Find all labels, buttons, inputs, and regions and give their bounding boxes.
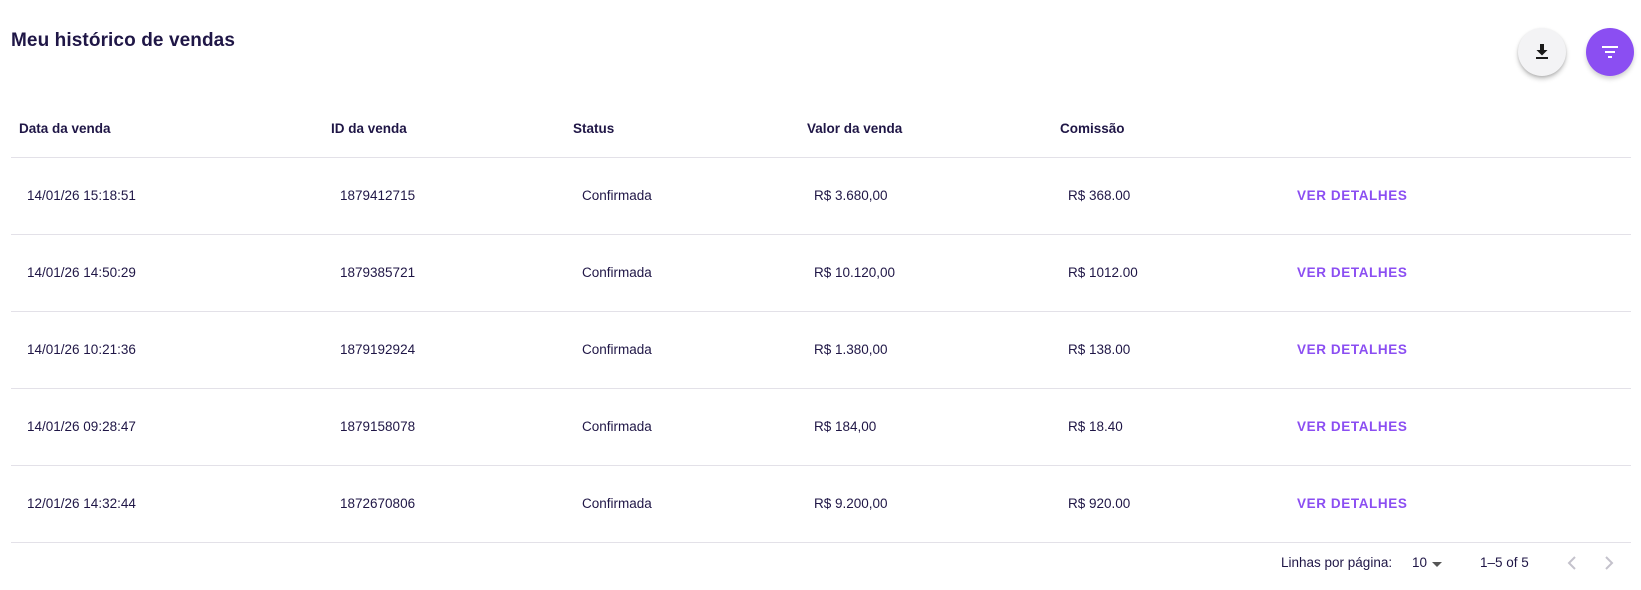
download-icon	[1535, 44, 1549, 60]
view-details-button[interactable]: VER DETALHES	[1297, 342, 1407, 357]
table-row: 14/01/26 14:50:29 1879385721 Confirmada …	[11, 235, 1631, 312]
header-sale-value[interactable]: Valor da venda	[807, 121, 902, 136]
page-title: Meu histórico de vendas	[11, 30, 236, 51]
chevron-right-icon	[1604, 555, 1614, 575]
table-row: 14/01/26 09:28:47 1879158078 Confirmada …	[11, 389, 1631, 466]
status-cell: Confirmada	[582, 496, 652, 511]
table-row: 14/01/26 15:18:51 1879412715 Confirmada …	[11, 158, 1631, 235]
filter-icon	[1602, 46, 1618, 58]
commission-cell: R$ 368.00	[1068, 188, 1131, 203]
status-cell: Confirmada	[582, 188, 652, 203]
sale-value-cell: R$ 9.200,00	[814, 496, 888, 511]
commission-cell: R$ 920.00	[1068, 496, 1131, 511]
status-cell: Confirmada	[582, 265, 652, 280]
sale-date-cell: 14/01/26 09:28:47	[27, 419, 136, 434]
header-status[interactable]: Status	[573, 121, 614, 136]
sale-date-cell: 12/01/26 14:32:44	[27, 496, 136, 511]
view-details-button[interactable]: VER DETALHES	[1297, 419, 1407, 434]
download-button[interactable]	[1518, 28, 1566, 76]
sales-table: Data da venda ID da venda Status Valor d…	[11, 97, 1631, 543]
status-cell: Confirmada	[582, 342, 652, 357]
chevron-left-icon	[1567, 555, 1577, 575]
sale-id-cell: 1879412715	[340, 188, 416, 203]
status-cell: Confirmada	[582, 419, 652, 434]
sale-date-cell: 14/01/26 15:18:51	[27, 188, 136, 203]
sale-value-cell: R$ 3.680,00	[814, 188, 888, 203]
pagination-range: 1–5 of 5	[1480, 555, 1529, 570]
commission-cell: R$ 1012.00	[1068, 265, 1138, 280]
header-sale-id[interactable]: ID da venda	[331, 121, 407, 136]
sale-id-cell: 1872670806	[340, 496, 416, 511]
previous-page-button[interactable]	[1560, 553, 1584, 577]
sales-history-page: Meu histórico de vendas Data da venda ID…	[0, 0, 1641, 590]
rows-per-page-select[interactable]: 10	[1412, 555, 1427, 570]
view-details-button[interactable]: VER DETALHES	[1297, 265, 1407, 280]
sale-value-cell: R$ 184,00	[814, 419, 877, 434]
sale-date-cell: 14/01/26 14:50:29	[27, 265, 136, 280]
filter-button[interactable]	[1586, 28, 1634, 76]
table-row: 12/01/26 14:32:44 1872670806 Confirmada …	[11, 466, 1631, 543]
sale-value-cell: R$ 10.120,00	[814, 265, 896, 280]
table-row: 14/01/26 10:21:36 1879192924 Confirmada …	[11, 312, 1631, 389]
rows-per-page-label: Linhas por página:	[1281, 555, 1393, 570]
sale-date-cell: 14/01/26 10:21:36	[27, 342, 136, 357]
table-pagination: Linhas por página: 10 1–5 of 5	[0, 553, 1641, 577]
commission-cell: R$ 138.00	[1068, 342, 1131, 357]
next-page-button[interactable]	[1597, 553, 1621, 577]
view-details-button[interactable]: VER DETALHES	[1297, 496, 1407, 511]
sale-value-cell: R$ 1.380,00	[814, 342, 888, 357]
caret-down-icon[interactable]	[1432, 562, 1442, 567]
sale-id-cell: 1879192924	[340, 342, 416, 357]
header-commission[interactable]: Comissão	[1060, 121, 1125, 136]
view-details-button[interactable]: VER DETALHES	[1297, 188, 1407, 203]
table-header: Data da venda ID da venda Status Valor d…	[11, 97, 1631, 158]
header-sale-date[interactable]: Data da venda	[19, 121, 111, 136]
sale-id-cell: 1879158078	[340, 419, 416, 434]
sale-id-cell: 1879385721	[340, 265, 416, 280]
commission-cell: R$ 18.40	[1068, 419, 1123, 434]
